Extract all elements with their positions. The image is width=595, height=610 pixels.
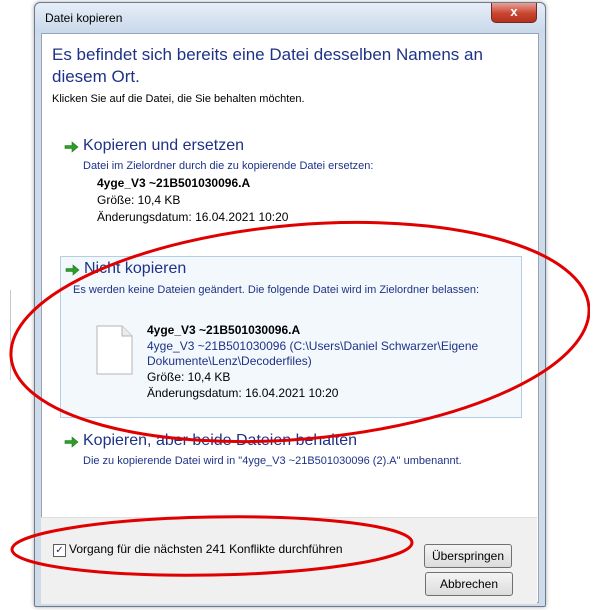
option-description: Die zu kopierende Datei wird in "4yge_V3…: [83, 455, 462, 467]
close-button[interactable]: x: [491, 3, 537, 23]
cancel-button[interactable]: Abbrechen: [425, 572, 513, 596]
dialog-footer: ✓ Vorgang für die nächsten 241 Konflikte…: [41, 517, 537, 604]
file-size: Größe: 10,4 KB: [97, 193, 181, 207]
skip-button[interactable]: Überspringen: [424, 544, 512, 568]
window-title: Datei kopieren: [45, 11, 123, 25]
apply-to-all-checkbox[interactable]: ✓: [53, 544, 66, 557]
option-title: Kopieren und ersetzen: [83, 137, 244, 154]
file-modified-date: Änderungsdatum: 16.04.2021 10:20: [97, 210, 289, 224]
title-bar[interactable]: Datei kopieren x: [35, 3, 545, 33]
dialog-instruction: Klicken Sie auf die Datei, die Sie behal…: [52, 93, 305, 105]
option-description: Datei im Zielordner durch die zu kopiere…: [83, 160, 374, 172]
background-window-edge: [0, 290, 11, 380]
option-do-not-copy[interactable]: Nicht kopieren Es werden keine Dateien g…: [60, 256, 522, 418]
green-arrow-icon: [64, 436, 79, 448]
green-arrow-icon: [65, 264, 80, 276]
copy-file-dialog: Datei kopieren x Es befindet sich bereit…: [34, 2, 546, 607]
background-edge: [590, 0, 595, 610]
option-title: Nicht kopieren: [84, 260, 187, 277]
file-name: 4yge_V3 ~21B501030096.A: [97, 176, 251, 190]
file-name: 4yge_V3 ~21B501030096.A: [147, 323, 301, 337]
green-arrow-icon: [64, 141, 79, 153]
option-title: Kopieren, aber beide Dateien behalten: [83, 432, 357, 449]
document-icon: [96, 325, 133, 375]
file-path-line-1: 4yge_V3 ~21B501030096 (C:\Users\Daniel S…: [147, 339, 479, 353]
file-size: Größe: 10,4 KB: [147, 370, 231, 384]
checkbox-label[interactable]: Vorgang für die nächsten 241 Konflikte d…: [69, 542, 343, 556]
option-description: Es werden keine Dateien geändert. Die fo…: [73, 284, 480, 296]
file-path-line-2: Dokumente\Lenz\Decoderfiles): [147, 354, 312, 368]
dialog-heading: Es befindet sich bereits eine Datei dess…: [52, 45, 483, 86]
file-modified-date: Änderungsdatum: 16.04.2021 10:20: [147, 386, 339, 400]
